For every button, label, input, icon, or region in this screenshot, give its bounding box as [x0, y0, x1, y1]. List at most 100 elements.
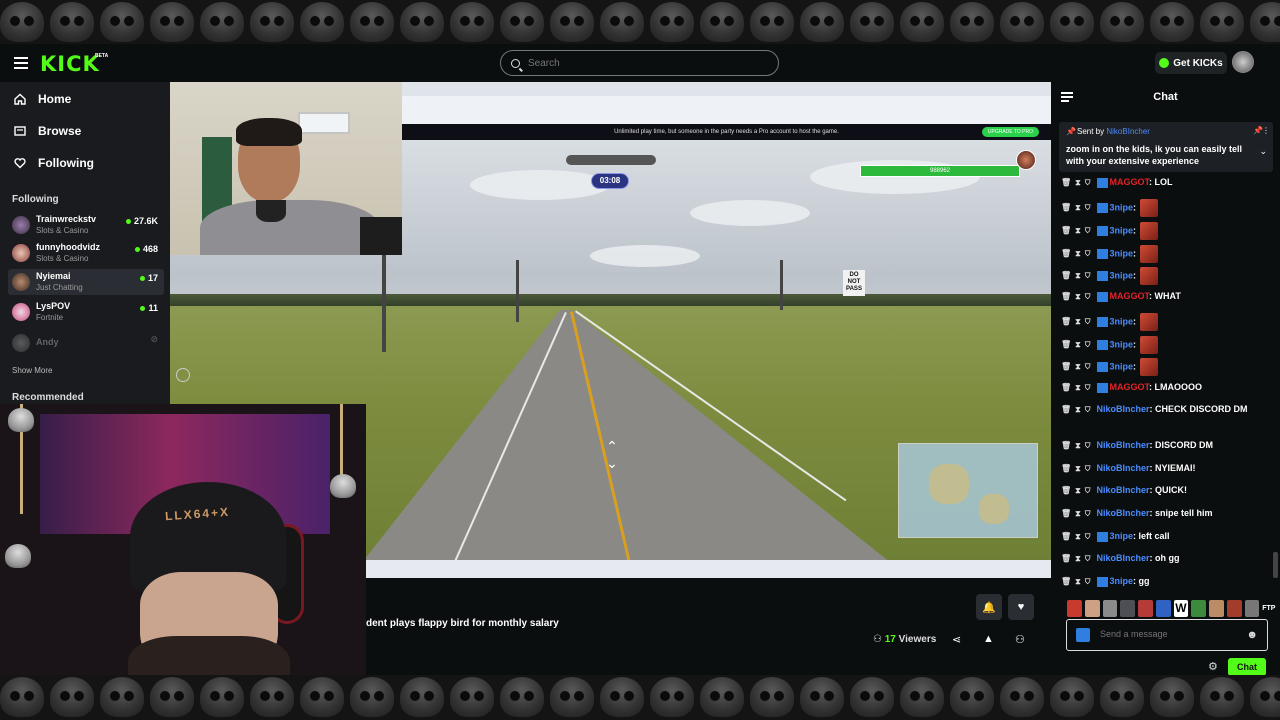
nav-following[interactable]: Following	[14, 156, 94, 170]
chat-message[interactable]: 🗑⧗⛉ NikoBIncher: snipe tell him	[1061, 507, 1271, 520]
mod-badges-icon[interactable]: 🗑⧗⛉	[1061, 484, 1095, 497]
share-icon[interactable]: ⋖	[952, 633, 961, 646]
mod-badges-icon[interactable]: 🗑⧗⛉	[1061, 176, 1095, 189]
chat-username[interactable]: NikoBIncher	[1097, 440, 1150, 450]
chat-message[interactable]: 🗑⧗⛉ 3nipe:	[1061, 336, 1271, 354]
menu-icon[interactable]	[14, 57, 28, 69]
minimap[interactable]	[898, 443, 1038, 538]
chat-username[interactable]: 3nipe	[1110, 339, 1134, 349]
chat-emote[interactable]	[1140, 245, 1159, 263]
emote[interactable]	[1226, 600, 1242, 617]
search-input[interactable]	[528, 57, 758, 69]
mod-badges-icon[interactable]: 🗑⧗⛉	[1061, 575, 1095, 588]
chat-username[interactable]: 3nipe	[1110, 225, 1134, 235]
chat-username[interactable]: NikoBIncher	[1097, 463, 1150, 473]
upgrade-button[interactable]: UPGRADE TO PRO	[981, 127, 1039, 137]
chat-message[interactable]: 🗑⧗⛉ NikoBIncher: oh gg	[1061, 552, 1271, 565]
chat-emote[interactable]	[1140, 222, 1159, 240]
chat-message[interactable]: 🗑⧗⛉ 3nipe:	[1061, 313, 1271, 331]
chat-message[interactable]: 🗑⧗⛉ 3nipe: left call	[1061, 530, 1271, 543]
more-options-icon[interactable]: ⚇	[1015, 633, 1025, 646]
following-channel-funnyhoodvidz[interactable]: funnyhoodvidz Slots & Casino 468	[8, 240, 164, 266]
chat-username[interactable]: 3nipe	[1110, 248, 1134, 258]
mod-badges-icon[interactable]: 🗑⧗⛉	[1061, 338, 1095, 351]
chat-message[interactable]: 🗑⧗⛉ 3nipe:	[1061, 199, 1271, 217]
chat-username[interactable]: MAGGOT	[1110, 291, 1150, 301]
nav-home[interactable]: Home	[14, 92, 71, 106]
mod-badges-icon[interactable]: 🗑⧗⛉	[1061, 247, 1095, 260]
chat-username[interactable]: NikoBIncher	[1097, 553, 1150, 563]
chat-username[interactable]: 3nipe	[1110, 316, 1134, 326]
mod-badges-icon[interactable]: 🗑⧗⛉	[1061, 290, 1095, 303]
chat-username[interactable]: 3nipe	[1110, 202, 1134, 212]
chat-emote[interactable]	[1140, 267, 1159, 285]
chat-input[interactable]	[1100, 629, 1240, 639]
chat-emote[interactable]	[1140, 358, 1159, 376]
emote[interactable]: W	[1173, 600, 1189, 617]
emote[interactable]	[1084, 600, 1100, 617]
mod-badges-icon[interactable]: 🗑⧗⛉	[1061, 315, 1095, 328]
emote[interactable]	[1155, 600, 1171, 617]
mod-badges-icon[interactable]: 🗑⧗⛉	[1061, 224, 1095, 237]
chat-message[interactable]: 🗑⧗⛉ MAGGOT: LOL	[1061, 176, 1271, 189]
chat-username[interactable]: 3nipe	[1110, 270, 1134, 280]
chat-message[interactable]: 🗑⧗⛉ NikoBIncher: NYIEMAI!	[1061, 462, 1271, 475]
chat-username[interactable]: 3nipe	[1110, 576, 1134, 586]
chat-scrollbar[interactable]	[1273, 552, 1278, 578]
pinned-message[interactable]: 📌 Sent by NikoBIncher 📌 ⋮ zoom in on the…	[1059, 122, 1273, 172]
mod-badges-icon[interactable]: 🗑⧗⛉	[1061, 530, 1095, 543]
chat-username[interactable]: MAGGOT	[1110, 382, 1150, 392]
mod-badges-icon[interactable]: 🗑⧗⛉	[1061, 552, 1095, 565]
mod-badges-icon[interactable]: 🗑⧗⛉	[1061, 269, 1095, 282]
chat-username[interactable]: NikoBIncher	[1097, 485, 1150, 495]
nav-browse[interactable]: Browse	[14, 124, 81, 138]
chevron-down-icon[interactable]: ⌄	[1259, 146, 1267, 157]
following-channel-nyiemai[interactable]: Nyiemai Just Chatting 17	[8, 269, 164, 295]
chat-emote[interactable]	[1140, 336, 1159, 354]
emote[interactable]	[1067, 600, 1082, 617]
chat-username[interactable]: 3nipe	[1110, 361, 1134, 371]
emote[interactable]	[1102, 600, 1118, 617]
chat-message[interactable]: 🗑⧗⛉ 3nipe: gg	[1061, 575, 1271, 588]
mod-badges-icon[interactable]: 🗑⧗⛉	[1061, 462, 1095, 475]
chat-message[interactable]: 🗑⧗⛉ 3nipe:	[1061, 245, 1271, 263]
kick-logo[interactable]: KICK	[40, 52, 100, 76]
chat-message[interactable]: 🗑⧗⛉ MAGGOT: LMAOOOO	[1061, 381, 1271, 394]
show-more-link[interactable]: Show More	[12, 366, 52, 375]
kebab-icon[interactable]: ⋮	[1262, 126, 1270, 135]
mod-badges-icon[interactable]: 🗑⧗⛉	[1061, 201, 1095, 214]
emoji-icon[interactable]: ☻	[1246, 629, 1258, 641]
chat-username[interactable]: NikoBIncher	[1097, 404, 1150, 414]
settings-overlay-icon[interactable]	[176, 368, 190, 382]
user-avatar[interactable]	[1232, 51, 1254, 73]
emote[interactable]	[1244, 600, 1260, 617]
emote[interactable]	[1120, 600, 1135, 617]
following-channel-lyspov[interactable]: LysPOV Fortnite 11	[8, 299, 164, 325]
following-channel-andy[interactable]: Andy ⊘	[8, 330, 164, 356]
chat-emote[interactable]	[1140, 313, 1159, 331]
chat-message[interactable]: 🗑⧗⛉ 3nipe:	[1061, 358, 1271, 376]
chat-username[interactable]: MAGGOT	[1110, 177, 1150, 187]
mod-badges-icon[interactable]: 🗑⧗⛉	[1061, 507, 1095, 520]
notification-button[interactable]: 🔔	[976, 594, 1002, 620]
chat-input-box[interactable]: ☻	[1066, 619, 1268, 651]
emote[interactable]	[1191, 600, 1206, 617]
gear-icon[interactable]: ⚙	[1208, 660, 1218, 673]
search-bar[interactable]	[500, 50, 779, 76]
mod-badges-icon[interactable]: 🗑⧗⛉	[1061, 360, 1095, 373]
report-icon[interactable]: ▲	[983, 633, 994, 645]
emote-ftp[interactable]: FTP	[1262, 600, 1277, 617]
mod-badges-icon[interactable]: 🗑⧗⛉	[1061, 439, 1095, 452]
following-channel-trainwreckstv[interactable]: Trainwreckstv Slots & Casino 27.6K	[8, 212, 164, 238]
send-chat-button[interactable]: Chat	[1228, 658, 1266, 676]
chat-message[interactable]: 🗑⧗⛉ NikoBIncher: CHECK DISCORD DM	[1061, 403, 1271, 416]
nav-arrows[interactable]: ⌃ ⌄	[598, 438, 626, 471]
chat-message[interactable]: 🗑⧗⛉ 3nipe:	[1061, 267, 1271, 285]
chat-username[interactable]: 3nipe	[1110, 531, 1134, 541]
chat-message[interactable]: 🗑⧗⛉ MAGGOT: WHAT	[1061, 290, 1271, 303]
chat-username[interactable]: NikoBIncher	[1097, 508, 1150, 518]
chat-message[interactable]: 🗑⧗⛉ 3nipe:	[1061, 222, 1271, 240]
emote[interactable]	[1138, 600, 1153, 617]
follow-button[interactable]: ♥	[1008, 594, 1034, 620]
get-kicks-button[interactable]: Get KICKs	[1155, 52, 1227, 74]
